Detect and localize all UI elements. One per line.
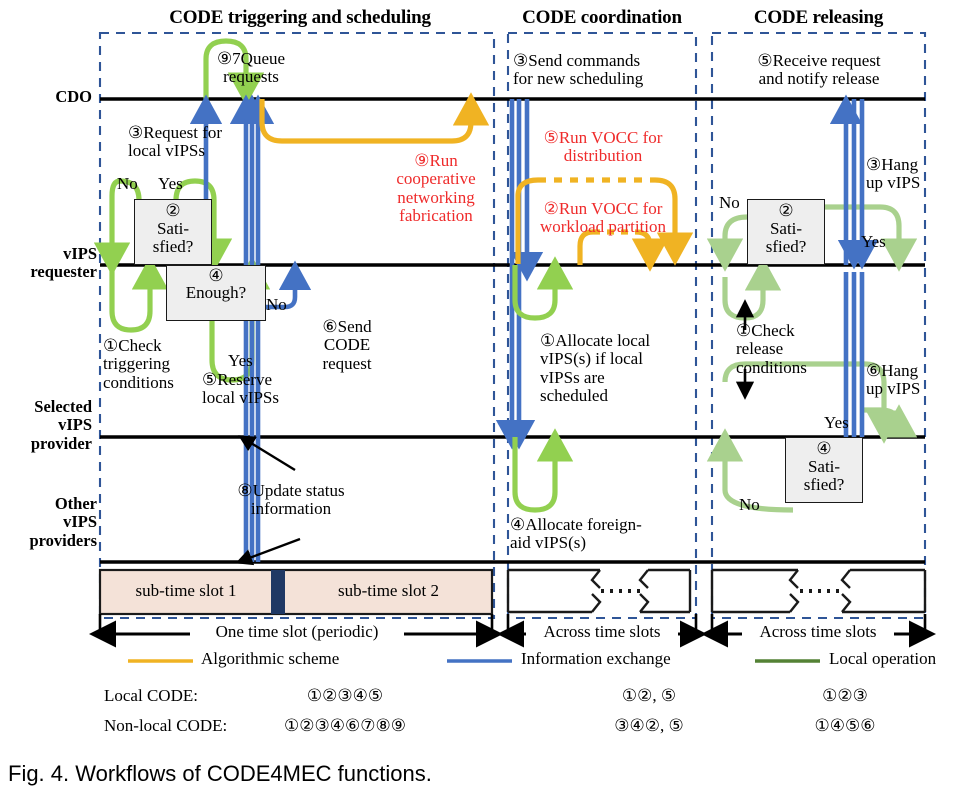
row-label-local-code: Local CODE: xyxy=(104,686,198,705)
decision-box-number: ② xyxy=(778,201,794,220)
lifeline-label-selected-vips-provider: Selected vIPS provider xyxy=(30,397,92,453)
step-check-release-conditions: ①Check release conditions xyxy=(736,321,807,377)
non-local-code-panel3-steps: ①④⑤⑥ xyxy=(814,716,876,735)
step-check-triggering-conditions: ①Check triggering conditions xyxy=(103,336,174,392)
diagram-vector-layer xyxy=(89,31,936,663)
lifeline-label-other-vips-providers: Other vIPS providers xyxy=(29,494,97,550)
step-send-code-request: ⑥Send CODE request xyxy=(322,317,372,373)
step-allocate-local-vips: ①Allocate local vIPS(s) if local vIPSs a… xyxy=(540,331,651,406)
step-hang-up-vips-3: ③Hang up vIPS xyxy=(866,155,921,193)
step-run-vocc-distribution: ⑤Run VOCC for distribution xyxy=(543,128,663,166)
legend-label-algorithmic-scheme: Algorithmic scheme xyxy=(201,649,340,668)
legend-label-information-exchange: Information exchange xyxy=(521,649,671,668)
branch-label-no-bottom: No xyxy=(739,495,760,514)
non-local-code-panel1-steps: ①②③④⑥⑦⑧⑨ xyxy=(284,716,406,735)
branch-label-yes-2: Yes xyxy=(228,351,253,370)
panel-title-triggering: CODE triggering and scheduling xyxy=(169,7,431,28)
across-time-slots-label-p2: Across time slots xyxy=(526,622,678,642)
local-code-panel3-steps: ①②③ xyxy=(822,686,868,705)
decision-box-satisfied-p3-bottom: ④ Sati- sfied? xyxy=(785,437,863,503)
figure-caption: Fig. 4. Workflows of CODE4MEC functions. xyxy=(8,761,432,786)
sub-time-slot-2-label: sub-time slot 2 xyxy=(337,581,440,600)
step-update-status-information: ⑧Update status information xyxy=(237,481,345,519)
step-run-vocc-workload-partition: ②Run VOCC for workload partition xyxy=(539,199,667,237)
step-run-cooperative-networking: ⑨Run cooperative networking fabrication xyxy=(396,151,476,226)
non-local-code-panel2-steps: ③④②, ⑤ xyxy=(614,716,684,735)
decision-box-satisfied-p1: ② Sati- sfied? xyxy=(134,199,212,265)
decision-box-label: Sati- sfied? xyxy=(803,456,845,495)
panel-title-releasing: CODE releasing xyxy=(753,7,884,28)
branch-label-no-1: No xyxy=(117,174,138,193)
branch-label-no-2: No xyxy=(266,295,287,314)
decision-box-label: Enough? xyxy=(185,282,247,302)
decision-box-label: Sati- sfied? xyxy=(765,218,807,257)
decision-box-label: Sati- sfied? xyxy=(152,218,194,257)
lifeline-label-cdo: CDO xyxy=(55,87,92,106)
step-reserve-local-vips: ⑤Reserve local vIPSs xyxy=(202,370,279,408)
step-send-commands: ③Send commands for new scheduling xyxy=(513,51,644,89)
decision-box-number: ② xyxy=(165,201,181,220)
decision-box-enough-p1: ④ Enough? xyxy=(166,265,266,321)
branch-label-no-top: No xyxy=(719,193,740,212)
decision-box-number: ④ xyxy=(816,439,832,458)
decision-box-satisfied-p3-top: ② Sati- sfied? xyxy=(747,199,825,265)
local-code-panel2-steps: ①②, ⑤ xyxy=(621,686,677,705)
local-code-panel1-steps: ①②③④⑤ xyxy=(306,686,384,705)
across-time-slots-label-p3: Across time slots xyxy=(742,622,894,642)
step-queue-requests: ⑨7Queue requests xyxy=(216,49,286,87)
step-request-local-vips: ③Request for local vIPSs xyxy=(128,123,223,161)
panel-title-coordination: CODE coordination xyxy=(522,7,682,28)
legend-label-local-operation: Local operation xyxy=(829,649,937,668)
lifeline-label-vips-requester: vIPS requester xyxy=(30,244,97,282)
step-receive-request-notify-release: ⑤Receive request and notify release xyxy=(757,51,881,89)
step-allocate-foreign-aid-vips: ④Allocate foreign- aid vIPS(s) xyxy=(510,515,642,553)
one-time-slot-label: One time slot (periodic) xyxy=(190,622,404,642)
step-hang-up-vips-6: ⑥Hang up vIPS xyxy=(866,361,921,399)
branch-label-yes-bottom: Yes xyxy=(824,413,849,432)
branch-label-yes-1: Yes xyxy=(158,174,183,193)
branch-label-yes-top: Yes xyxy=(861,232,886,251)
figure-root: ② Sati- sfied? ④ Enough? ② Sati- sfied? … xyxy=(0,0,976,799)
sub-time-slot-1-label: sub-time slot 1 xyxy=(135,581,237,600)
